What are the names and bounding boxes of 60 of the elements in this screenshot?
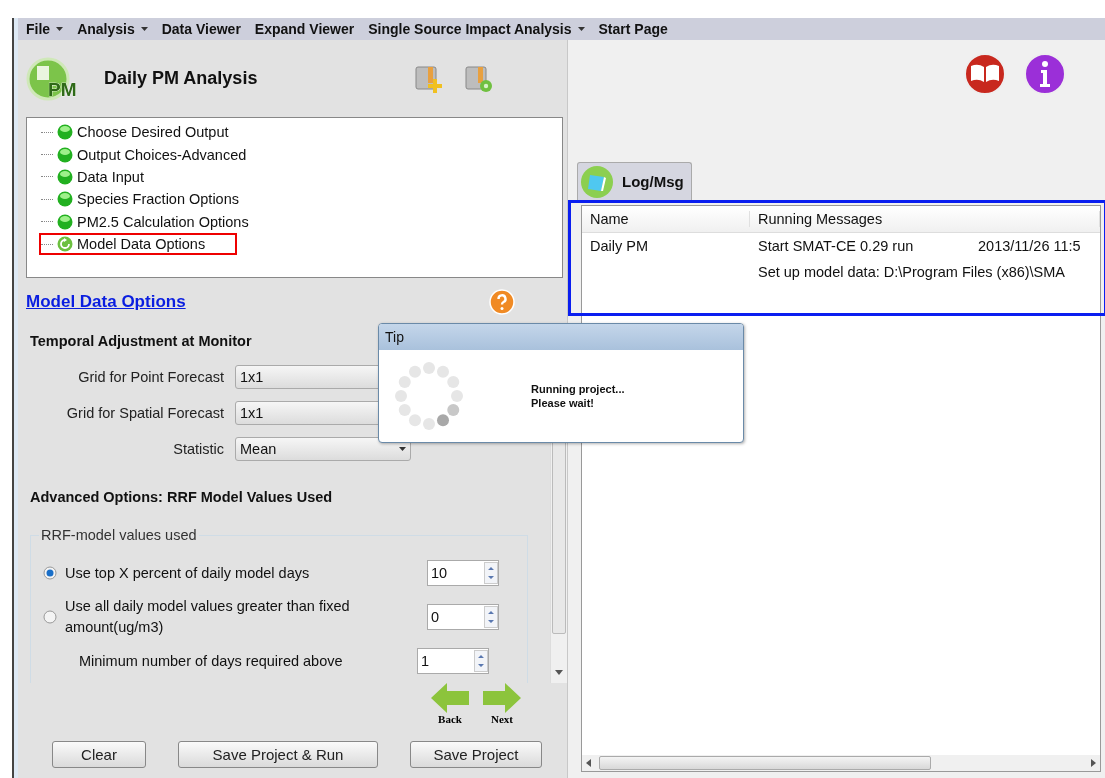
tree-item[interactable]: PM2.5 Calculation Options <box>39 210 281 233</box>
book-icon[interactable] <box>963 52 1007 96</box>
status-dot-icon <box>57 213 73 230</box>
menu-item[interactable]: Analysis <box>77 21 148 37</box>
dialog-message: Running project... Please wait! <box>531 382 625 410</box>
status-dot-icon <box>57 146 73 163</box>
number-field[interactable]: 10 <box>427 560 499 586</box>
field-label: Statistic <box>172 441 225 457</box>
scroll-right-arrow-icon[interactable] <box>1091 759 1096 767</box>
refresh-icon <box>57 236 73 253</box>
table-cell: Start SMAT-CE 0.29 run <box>758 238 914 254</box>
tree-item[interactable]: Output Choices-Advanced <box>39 143 279 166</box>
column-header: Name <box>582 211 750 227</box>
table-cell: 2013/11/26 11:5 <box>978 238 1081 254</box>
loading-spinner-icon <box>393 360 465 432</box>
scroll-left-arrow-icon[interactable] <box>586 759 591 767</box>
menu-item[interactable]: Single Source Impact Analysis <box>368 21 585 37</box>
field-label: Grid for Spatial Forecast <box>65 405 225 421</box>
option-label: Use top X percent of daily model days <box>65 563 311 583</box>
column-header: Running Messages <box>750 211 1100 227</box>
log-tab[interactable]: Log/Msg <box>577 162 692 200</box>
status-dot-icon <box>57 124 73 141</box>
number-field[interactable]: 0 <box>427 604 499 630</box>
spinner-arrows-icon[interactable] <box>484 606 498 628</box>
menu-item[interactable]: Expand Viewer <box>254 21 355 37</box>
caret-icon <box>399 447 406 451</box>
status-dot-icon <box>57 168 73 185</box>
tree-item[interactable]: Model Data Options <box>39 233 238 256</box>
menu-item[interactable]: Data Viewer <box>161 21 241 37</box>
radio-button[interactable] <box>43 566 57 580</box>
group-title: RRF-model values used <box>40 527 198 543</box>
scroll-down-arrow-icon[interactable] <box>555 670 563 675</box>
section-heading: Advanced Options: RRF Model Values Used <box>30 489 333 505</box>
horizontal-scrollbar[interactable] <box>582 755 1100 771</box>
tree-item[interactable]: Data Input <box>39 165 176 188</box>
action-button[interactable]: Save Project <box>410 741 542 768</box>
info-icon[interactable] <box>1023 52 1067 96</box>
section-heading: Temporal Adjustment at Monitor <box>30 333 252 349</box>
tree-item[interactable]: Species Fraction Options <box>39 188 271 211</box>
radio-button[interactable] <box>43 610 57 624</box>
number-field[interactable]: 1 <box>417 648 489 674</box>
action-button[interactable]: Save Project & Run <box>178 741 378 768</box>
notepad-icon <box>580 164 614 199</box>
table-cell: Daily PM <box>590 238 648 254</box>
action-button[interactable]: Clear <box>52 741 146 768</box>
table-cell: Set up model data: D:\Program Files (x86)\SMA <box>758 264 1066 280</box>
section-link[interactable]: Model Data Options <box>26 291 186 312</box>
spinner-arrows-icon[interactable] <box>474 650 488 672</box>
help-icon[interactable] <box>489 288 515 315</box>
status-dot-icon <box>57 191 73 208</box>
spinner-arrows-icon[interactable] <box>484 562 498 584</box>
tree-item[interactable]: Choose Desired Output <box>39 121 261 144</box>
field-label: Grid for Point Forecast <box>77 369 225 385</box>
dialog-title: Tip <box>379 324 743 350</box>
panel-title: Daily PM Analysis <box>104 68 259 89</box>
option-label: Use all daily model values greater than fixed amount(ug/m3) <box>65 597 351 637</box>
menu-item[interactable]: File <box>26 21 64 37</box>
menu-item[interactable]: Start Page <box>598 21 668 37</box>
dropdown-field[interactable]: Mean <box>235 437 411 461</box>
option-label: Minimum number of days required above <box>79 651 344 671</box>
